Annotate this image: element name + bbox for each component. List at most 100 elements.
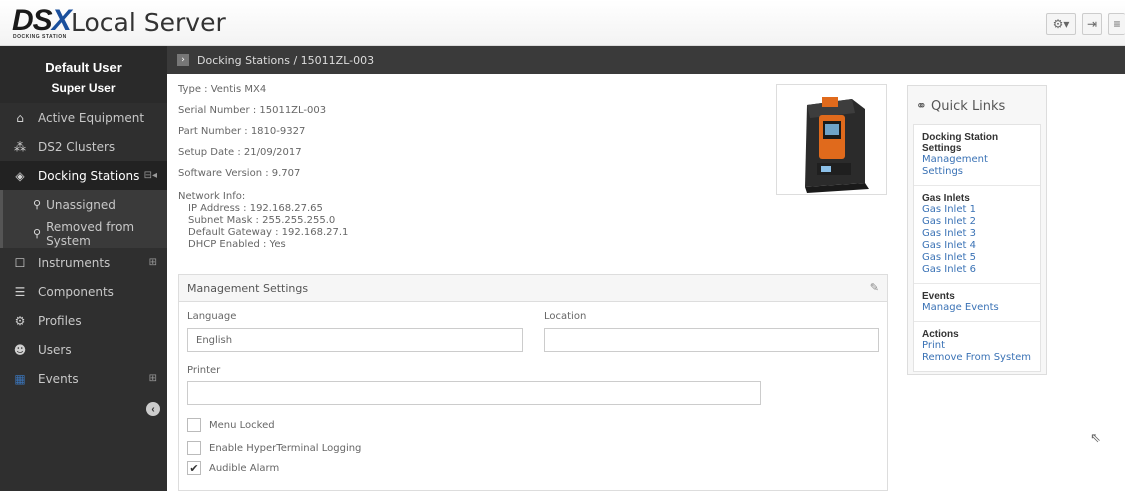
quick-section-gas-inlets: Gas Inlets Gas Inlet 1 Gas Inlet 2 Gas I… [914,186,1040,284]
menu-locked-row[interactable]: Menu Locked [187,418,275,432]
quick-links-title: ⚭ Quick Links [913,91,1041,124]
sidebar-item-components[interactable]: ☰ Components [0,277,167,306]
quick-links-list: Docking Station Settings Management Sett… [913,124,1041,372]
info-part: Part Number : 1810-9327 [178,126,306,137]
square-icon: ☐ [14,255,26,270]
sidebar-item-ds2-clusters[interactable]: ⁂ DS2 Clusters [0,132,167,161]
chevron-right-icon[interactable]: › [177,54,189,66]
location-label: Location [544,311,587,322]
app-title: Local Server [71,8,226,37]
breadcrumb-text[interactable]: Docking Stations / 15011ZL-003 [197,54,374,67]
logout-icon: ⇥ [1086,17,1098,31]
quick-section-heading: Gas Inlets [922,193,970,204]
language-label: Language [187,311,237,322]
link-remove-from-system[interactable]: Remove From System [922,352,1032,364]
link-management-settings[interactable]: Management Settings [922,154,1032,178]
checkbox-label: Audible Alarm [209,462,280,474]
language-field[interactable]: English [187,328,523,352]
link-gas-inlet-4[interactable]: Gas Inlet 4 [922,240,1032,252]
hyperterminal-logging-row[interactable]: Enable HyperTerminal Logging [187,441,361,455]
calendar-icon: ▦ [14,371,26,386]
top-header: DSX DOCKING STATION Local Server ⚙▾ ⇥ ≡ [0,0,1125,46]
collapse-icon[interactable]: ⊟◂ [144,170,157,181]
sidebar-item-instruments[interactable]: ☐ Instruments ⊞ [0,248,167,277]
location-field[interactable] [544,328,879,352]
network-label: Network Info: [178,191,246,202]
management-settings-panel: Management Settings ✎ Language English L… [178,274,888,491]
docking-station-illustration [805,97,869,193]
cube-icon: ◈ [15,168,25,183]
sidebar-item-docking-stations[interactable]: ◈ Docking Stations ⊟◂ [0,161,167,190]
check-icon: ✔ [189,461,199,475]
audible-alarm-checkbox[interactable]: ✔ [187,461,201,475]
default-gateway: Default Gateway : 192.168.27.1 [188,227,349,238]
sidebar-item-users[interactable]: ☻ Users [0,335,167,364]
sidebar-item-label: Docking Stations [38,168,140,183]
dhcp-enabled: DHCP Enabled : Yes [188,239,286,250]
users-icon: ☻ [13,342,27,357]
printer-field[interactable] [187,381,761,405]
sidebar-subitem-unassigned[interactable]: ⚲ Unassigned [0,190,167,219]
home-icon: ⌂ [16,110,24,125]
settings-button[interactable]: ⚙▾ [1046,13,1076,35]
hamburger-icon: ≡ [1113,17,1121,31]
info-serial: Serial Number : 15011ZL-003 [178,105,327,116]
network-info: Network Info: IP Address : 192.168.27.65… [178,191,348,251]
sidebar: Default User Super User ⌂ Active Equipme… [0,46,167,491]
link-icon: ⚭ [916,99,927,114]
sidebar-subitem-removed[interactable]: ⚲ Removed from System [0,219,167,248]
subnet-mask: Subnet Mask : 255.255.255.0 [188,215,336,226]
logo-wordmark: DSX [12,4,72,37]
info-setup: Setup Date : 21/09/2017 [178,147,302,158]
user-role: Super User [51,81,116,95]
menu-locked-checkbox[interactable] [187,418,201,432]
hyperterminal-logging-checkbox[interactable] [187,441,201,455]
info-type: Type : Ventis MX4 [178,84,267,95]
mouse-cursor-icon: ⇖ [1090,430,1101,445]
expand-icon[interactable]: ⊞ [149,373,157,384]
user-name: Default User [45,60,122,75]
sidebar-item-profiles[interactable]: ⚙ Profiles [0,306,167,335]
sidebar-item-label: Events [38,371,79,386]
chevron-left-icon: ‹ [151,403,155,415]
docking-station-image [776,84,887,195]
expand-icon[interactable]: ⊞ [149,257,157,268]
printer-label: Printer [187,365,221,376]
quick-section-heading: Actions [922,329,959,340]
link-gas-inlet-1[interactable]: Gas Inlet 1 [922,204,1032,216]
link-gas-inlet-5[interactable]: Gas Inlet 5 [922,252,1032,264]
user-block: Default User Super User [0,46,167,103]
link-gas-inlet-2[interactable]: Gas Inlet 2 [922,216,1032,228]
sidebar-subitem-label: Unassigned [46,197,116,212]
link-print[interactable]: Print [922,340,1032,352]
sidebar-subitem-label: Removed from System [46,219,135,248]
breadcrumb: › Docking Stations / 15011ZL-003 [167,46,1125,74]
logout-button[interactable]: ⇥ [1082,13,1102,35]
quick-links-title-text: Quick Links [931,99,1006,114]
link-manage-events[interactable]: Manage Events [922,302,1032,314]
collapse-sidebar-button[interactable]: ‹ [146,402,160,416]
sidebar-item-label: Profiles [38,313,82,328]
map-marker-icon: ⚲ [33,198,42,211]
sidebar-item-label: Users [38,342,72,357]
link-gas-inlet-3[interactable]: Gas Inlet 3 [922,228,1032,240]
quick-section-heading: Events [922,291,955,302]
edit-icon[interactable]: ✎ [870,281,879,294]
quick-section-events: Events Manage Events [914,284,1040,322]
checkbox-label: Enable HyperTerminal Logging [209,442,362,454]
audible-alarm-row[interactable]: ✔ Audible Alarm [187,461,279,475]
cogs-icon: ⚙ [14,313,26,328]
menu-button[interactable]: ≡ [1108,13,1125,35]
checkbox-label: Menu Locked [209,419,275,431]
logo-subtext: DOCKING STATION [13,34,67,40]
sidebar-item-events[interactable]: ▦ Events ⊞ [0,364,167,393]
map-marker-icon: ⚲ [33,227,42,240]
panel-header: Management Settings ✎ [179,275,887,302]
quick-section-settings: Docking Station Settings Management Sett… [914,125,1040,186]
link-gas-inlet-6[interactable]: Gas Inlet 6 [922,264,1032,276]
info-software: Software Version : 9.707 [178,168,301,179]
sidebar-item-active-equipment[interactable]: ⌂ Active Equipment [0,103,167,132]
quick-links-panel: ⚭ Quick Links Docking Station Settings M… [907,85,1047,375]
cluster-icon: ⁂ [14,139,26,154]
sidebar-item-label: Components [38,284,114,299]
